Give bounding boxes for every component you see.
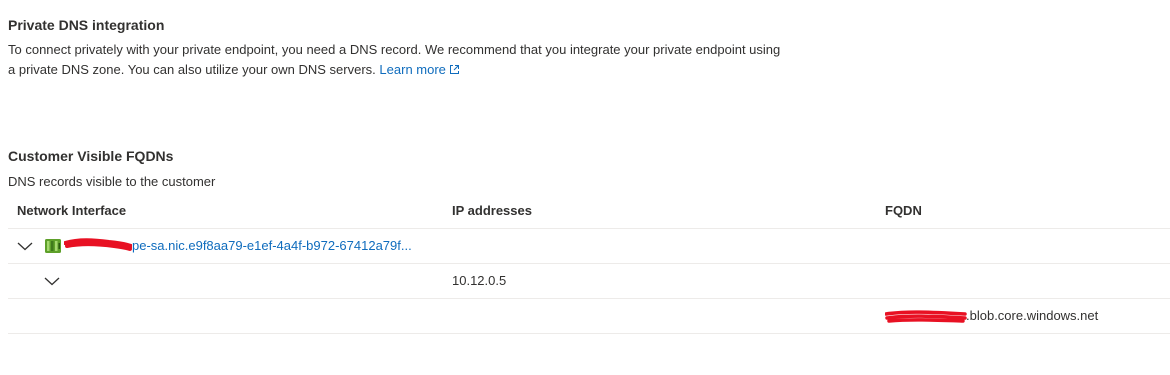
table-row-network-interface: pe-sa.nic.e9f8aa79-e1ef-4a4f-b972-67412a… [8, 229, 1170, 264]
fqdn-value: .blob.core.windows.net [966, 308, 1099, 323]
customer-fqdns-title: Customer Visible FQDNs [8, 148, 174, 164]
column-header-ip-addresses: IP addresses [452, 203, 532, 218]
chevron-down-icon[interactable] [43, 272, 61, 290]
column-header-network-interface: Network Interface [17, 203, 127, 218]
fqdn-table: Network Interface IP addresses FQDN pe-s… [8, 194, 1170, 334]
private-dns-title: Private DNS integration [8, 17, 165, 33]
redaction-mark [885, 310, 967, 323]
chevron-down-icon[interactable] [16, 237, 34, 255]
column-header-fqdn: FQDN [885, 203, 922, 218]
table-header-row: Network Interface IP addresses FQDN [8, 194, 1170, 229]
learn-more-label: Learn more [379, 62, 446, 77]
network-interface-icon [45, 239, 61, 253]
table-row-ip: 10.12.0.5 [8, 264, 1170, 299]
learn-more-link[interactable]: Learn more [379, 62, 459, 77]
external-link-icon [449, 65, 459, 74]
fqdn-cell: .blob.core.windows.net [885, 299, 1098, 333]
ip-address-value: 10.12.0.5 [452, 273, 507, 288]
table-row-fqdn: .blob.core.windows.net [8, 299, 1170, 334]
network-interface-cell: pe-sa.nic.e9f8aa79-e1ef-4a4f-b972-67412a… [64, 229, 412, 263]
private-dns-description: To connect privately with your private e… [8, 40, 788, 80]
customer-fqdns-description: DNS records visible to the customer [8, 174, 216, 189]
redaction-mark [64, 238, 132, 251]
network-interface-link[interactable]: pe-sa.nic.e9f8aa79-e1ef-4a4f-b972-67412a… [132, 238, 412, 253]
